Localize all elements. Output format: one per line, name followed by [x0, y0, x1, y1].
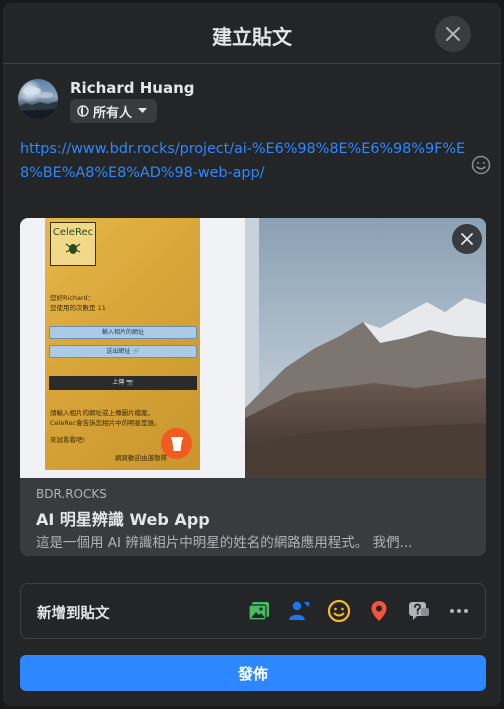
more-options-button[interactable]: [446, 598, 472, 624]
publish-button[interactable]: 發佈: [20, 655, 486, 691]
globe-icon: [77, 105, 89, 117]
more-icon: [450, 609, 468, 613]
app-footer: 網頁歡迎由道敬隊: [115, 454, 167, 462]
audience-label: 所有人: [93, 105, 133, 121]
photo-video-button[interactable]: [246, 598, 272, 624]
tag-people-icon: [289, 601, 309, 620]
app-usage-count: 您使用的次數是 11: [50, 304, 106, 312]
app-logo-text: CeleRec: [52, 227, 94, 238]
app-greeting: 您好Richard：: [50, 294, 95, 302]
smiley-icon: [471, 155, 491, 175]
avatar[interactable]: [18, 79, 58, 119]
link-preview-image[interactable]: CeleRec 您好Richard： 您使用的次數是 11 輸入相片的網址 送出…: [20, 218, 486, 478]
emoji-button[interactable]: [471, 155, 491, 179]
mountain-photo: [245, 218, 486, 478]
app-instruction-2: CeleRec會告訴您相片中的明星是誰。: [50, 419, 161, 427]
photo-icon: [248, 602, 269, 621]
add-to-post-bar: 新增到貼文: [20, 583, 486, 639]
feeling-icon: [327, 599, 351, 623]
app-instruction: 請輸入相片的網址或上傳圖片檔案，: [50, 409, 154, 417]
tag-people-button[interactable]: [286, 598, 312, 624]
close-icon: [461, 233, 473, 245]
location-pin-icon: [371, 601, 387, 621]
link-meta[interactable]: BDR.ROCKS AI 明星辨識 Web App 這是一個用 AI 辨識相片中…: [20, 478, 486, 556]
caret-down-icon: [138, 108, 148, 114]
app-logo: CeleRec: [50, 222, 96, 266]
feeling-activity-button[interactable]: [326, 598, 352, 624]
link-preview-card[interactable]: CeleRec 您好Richard： 您使用的次數是 11 輸入相片的網址 送出…: [20, 218, 486, 556]
add-to-post-label: 新增到貼文: [37, 606, 110, 622]
close-icon: [446, 27, 460, 41]
audience-selector[interactable]: 所有人: [70, 99, 157, 123]
create-post-dialog: 建立貼文 Richard Huang 所有人 https://www.bdr.r…: [3, 3, 501, 706]
dialog-header: 建立貼文: [3, 3, 501, 64]
link-title: AI 明星辨識 Web App: [36, 510, 210, 529]
close-button[interactable]: [435, 16, 471, 52]
question-bubble-icon: [409, 602, 429, 620]
check-in-button[interactable]: [366, 598, 392, 624]
app-upload-button: 上傳 📷: [49, 376, 197, 390]
post-text-input[interactable]: https://www.bdr.rocks/project/ai-%E6%98%…: [20, 137, 470, 185]
remove-preview-button[interactable]: [452, 224, 482, 254]
ask-recommendations-button[interactable]: [406, 598, 432, 624]
author-name[interactable]: Richard Huang: [70, 79, 195, 97]
coffee-cup-icon: [161, 428, 192, 459]
app-submit-button: 送出網址 🔗: [49, 345, 197, 358]
app-cta: 來試看看吧!: [50, 436, 86, 444]
dialog-title: 建立貼文: [212, 25, 292, 49]
link-domain: BDR.ROCKS: [36, 487, 107, 501]
link-description: 這是一個用 AI 辨識相片中明星的姓名的網路應用程式。 我們...: [36, 535, 413, 551]
app-url-input: 輸入相片的網址: [49, 326, 197, 339]
